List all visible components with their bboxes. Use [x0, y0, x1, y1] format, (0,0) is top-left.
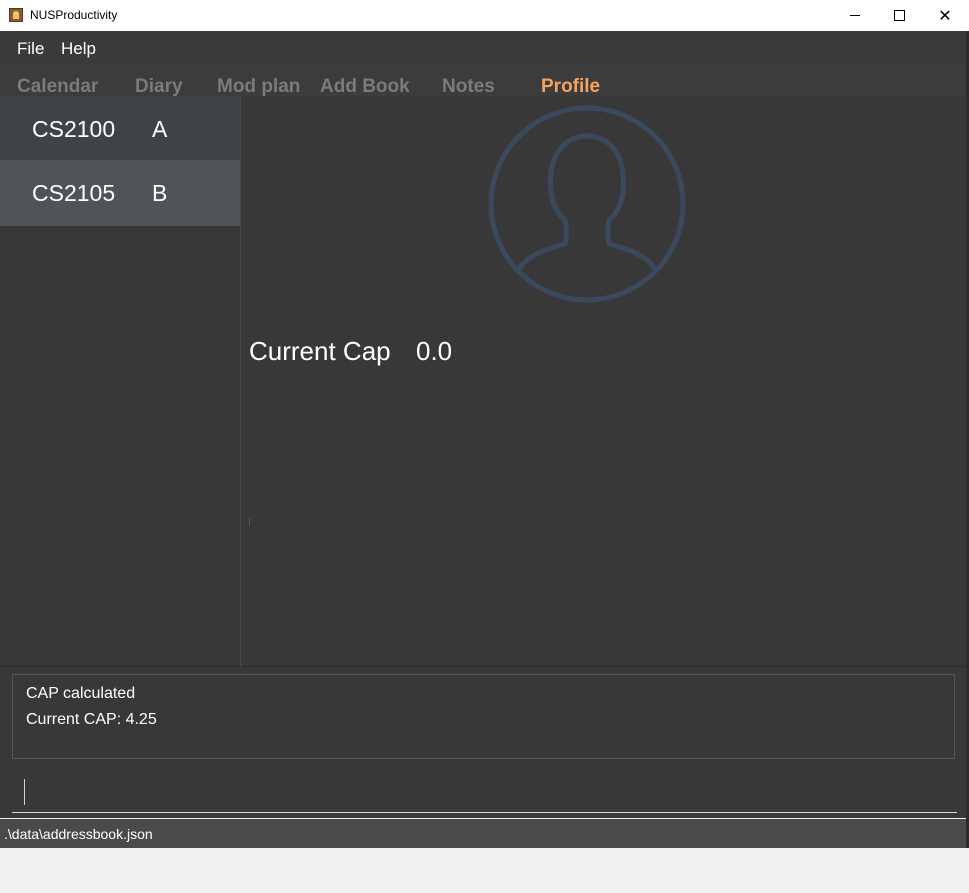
module-grade: B: [152, 180, 168, 206]
tab-profile[interactable]: Profile: [541, 76, 600, 96]
command-input[interactable]: [12, 772, 957, 813]
menu-help[interactable]: Help: [61, 39, 96, 59]
save-location: .\data\addressbook.json: [4, 826, 153, 842]
divider: [249, 518, 250, 526]
result-line: Current CAP: 4.25: [26, 711, 157, 728]
menu-bar: File Help: [0, 31, 969, 66]
bottom-strip: [0, 848, 969, 893]
module-list-item[interactable]: CS2105 B: [0, 160, 240, 226]
command-area: [0, 766, 969, 818]
minimize-icon: [850, 15, 860, 16]
maximize-button[interactable]: [876, 0, 922, 31]
profile-pane: Current Cap 0.0: [241, 96, 969, 666]
close-button[interactable]: ✕: [922, 0, 968, 31]
close-icon: ✕: [938, 7, 952, 25]
cap-value: 0.0: [416, 336, 453, 366]
tab-calendar[interactable]: Calendar: [17, 76, 98, 96]
module-list: CS2100 A CS2105 B: [0, 96, 241, 666]
result-display: CAP calculated Current CAP: 4.25: [0, 666, 969, 767]
module-list-item[interactable]: CS2100 A: [0, 96, 240, 160]
status-bar: .\data\addressbook.json: [0, 819, 969, 848]
result-line: CAP calculated: [26, 685, 136, 702]
user-silhouette-icon: [488, 105, 686, 303]
maximize-icon: [893, 10, 905, 21]
tab-notes[interactable]: Notes: [442, 76, 495, 96]
tab-bar: Calendar Diary Mod plan Add Book Notes P…: [0, 66, 969, 96]
module-code: CS2100: [32, 116, 116, 142]
module-code: CS2105: [32, 180, 116, 206]
tab-mod-plan[interactable]: Mod plan: [217, 76, 300, 96]
menu-file[interactable]: File: [17, 39, 44, 59]
window-title: NUSProductivity: [30, 8, 118, 22]
cap-label: Current Cap: [249, 336, 391, 366]
title-bar: NUSProductivity ✕: [0, 0, 969, 32]
tab-add-book[interactable]: Add Book: [320, 76, 410, 96]
module-grade: A: [152, 116, 168, 142]
text-caret: [24, 779, 25, 805]
main-content: CS2100 A CS2105 B Current Cap 0.0: [0, 96, 969, 666]
minimize-button[interactable]: [832, 0, 878, 31]
app-icon: [9, 8, 23, 22]
tab-diary[interactable]: Diary: [135, 76, 183, 96]
result-box: CAP calculated Current CAP: 4.25: [12, 674, 955, 759]
